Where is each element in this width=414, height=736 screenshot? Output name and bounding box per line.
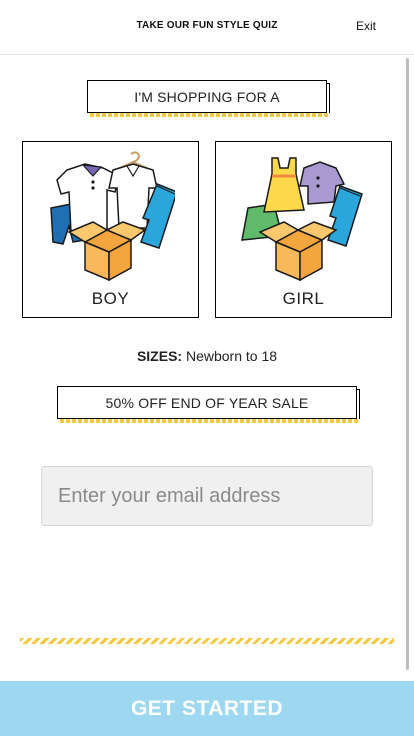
option-card-girl[interactable]: GIRL	[215, 141, 392, 318]
decorative-stripe	[20, 638, 394, 644]
header-title: TAKE OUR FUN STYLE QUIZ	[136, 20, 278, 31]
quiz-header: TAKE OUR FUN STYLE QUIZ Exit	[0, 0, 414, 55]
girl-clothes-box-icon	[241, 157, 363, 282]
scrollbar[interactable]	[406, 58, 409, 670]
exit-link[interactable]: Exit	[356, 19, 376, 33]
tag-stripe	[90, 113, 330, 117]
sizes-info: SIZES: Newborn to 18	[0, 348, 414, 364]
get-started-button[interactable]: GET STARTED	[0, 681, 414, 736]
option-card-boy[interactable]: BOY	[22, 141, 199, 318]
shopping-for-tag: I'M SHOPPING FOR A	[87, 80, 330, 117]
tag-stripe	[60, 419, 360, 423]
option-label-boy: BOY	[91, 289, 130, 308]
promo-label: 50% OFF END OF YEAR SALE	[57, 386, 357, 419]
shopping-for-label: I'M SHOPPING FOR A	[87, 80, 327, 113]
sizes-value: Newborn to 18	[185, 348, 278, 364]
sizes-label: SIZES:	[136, 348, 183, 364]
option-label-girl: GIRL	[282, 289, 325, 308]
email-input[interactable]	[41, 466, 373, 526]
boy-clothes-box-icon	[50, 151, 175, 282]
promo-tag: 50% OFF END OF YEAR SALE	[57, 386, 360, 423]
